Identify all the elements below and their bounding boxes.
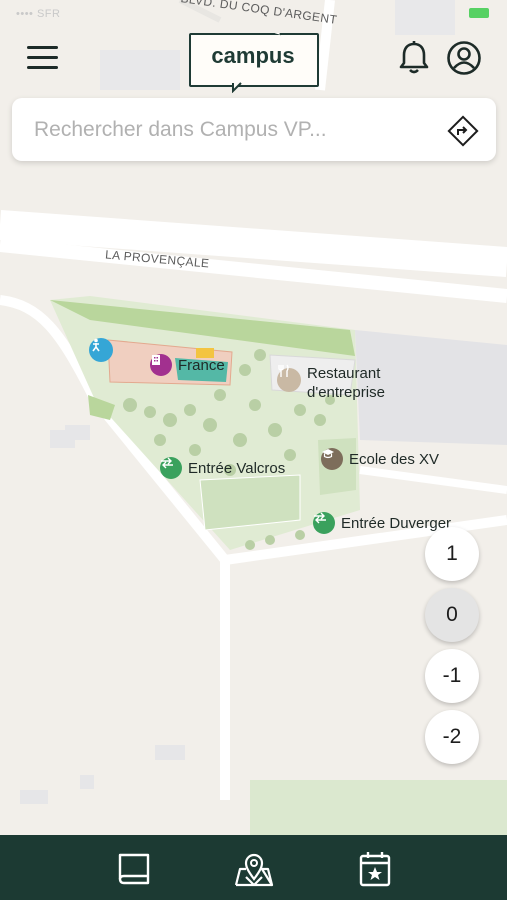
carrier-label: •••• SFR [16, 8, 61, 20]
account-button[interactable] [446, 40, 482, 76]
account-icon [447, 41, 481, 75]
poi-france[interactable]: France [150, 354, 225, 376]
school-icon [321, 448, 343, 470]
search-input[interactable] [32, 110, 436, 150]
poi-entree-valcros[interactable]: Entrée Valcros [160, 457, 285, 479]
map-icon [234, 853, 274, 887]
floor-button-minus-1[interactable]: -1 [425, 649, 479, 703]
book-icon [118, 853, 150, 885]
hamburger-line [27, 56, 58, 59]
calendar-star-icon [359, 852, 391, 887]
poi-label-line2: d'entreprise [307, 384, 385, 401]
floor-button-1[interactable]: 1 [425, 527, 479, 581]
directions-icon [447, 115, 479, 147]
hamburger-icon [27, 46, 58, 49]
poi-label: Ecole des XV [349, 450, 440, 468]
battery-icon [469, 8, 489, 18]
notifications-button[interactable] [397, 40, 431, 76]
menu-button[interactable] [27, 44, 59, 72]
tab-map[interactable] [234, 849, 274, 889]
poi-label: Entrée Duverger [341, 514, 452, 532]
poi-ecole-des-xv[interactable]: Ecole des XV [321, 448, 439, 470]
campus-logo: campus [189, 33, 319, 93]
poi-label-line1: Restaurant [307, 365, 381, 382]
bottom-tab-bar [0, 835, 507, 900]
poi-entree-duverger[interactable]: Entrée Duverger [313, 512, 451, 534]
search-bar [12, 98, 496, 161]
tab-events[interactable] [355, 849, 395, 889]
logo-text: campus [211, 43, 295, 68]
status-bar: •••• SFR [0, 6, 507, 22]
accessibility-icon [89, 338, 113, 362]
floor-button-minus-2[interactable]: -2 [425, 710, 479, 764]
entrance-icon [160, 457, 182, 479]
poi-restaurant[interactable]: Restaurant d'entreprise [277, 364, 385, 402]
poi-label: Entrée Valcros [188, 459, 286, 477]
restaurant-icon [277, 364, 301, 392]
floor-button-0[interactable]: 0 [425, 588, 479, 642]
hamburger-line [27, 66, 58, 69]
poi-accessibility[interactable] [89, 338, 113, 362]
bell-icon [399, 41, 429, 74]
building-icon [150, 354, 172, 376]
poi-label: France [178, 356, 225, 374]
directions-button[interactable] [446, 114, 480, 148]
entrance-icon [313, 512, 335, 534]
tab-guide[interactable] [114, 849, 154, 889]
